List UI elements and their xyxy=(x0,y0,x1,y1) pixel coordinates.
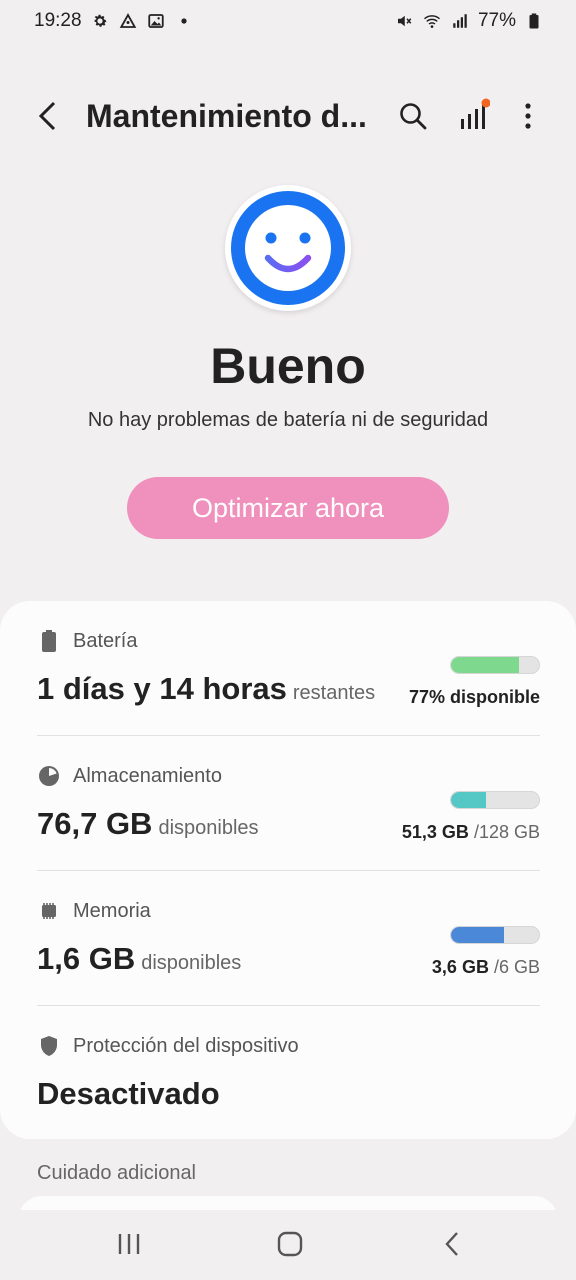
bars-notification-icon xyxy=(461,98,490,129)
back-button[interactable] xyxy=(28,96,68,136)
activity-button[interactable] xyxy=(454,96,494,136)
status-subtitle: No hay problemas de batería ni de seguri… xyxy=(87,409,489,431)
storage-header: Almacenamiento xyxy=(37,764,222,788)
system-back-button[interactable] xyxy=(428,1224,476,1264)
storage-used: 51,3 GB xyxy=(401,822,469,842)
battery-remaining: 1 días y 14 horas xyxy=(37,671,287,706)
additional-care-label: Cuidado adicional xyxy=(37,1162,197,1184)
battery-title: Batería xyxy=(73,629,138,652)
more-options-button[interactable] xyxy=(508,96,548,136)
home-icon xyxy=(277,1231,303,1257)
protection-header: Protección del dispositivo xyxy=(37,1034,299,1058)
storage-bar-fill xyxy=(451,792,487,808)
battery-percent: 77% xyxy=(477,10,516,31)
battery-section[interactable]: Batería 1 días y 14 horas restantes 77% d… xyxy=(37,629,540,739)
optimize-now-button[interactable]: Optimizar ahora xyxy=(127,477,449,539)
storage-value: 76,7 GB disponibles xyxy=(37,806,259,842)
battery-header: Batería xyxy=(37,629,137,653)
dot-icon xyxy=(174,11,194,31)
status-heading: Bueno xyxy=(210,338,366,394)
memory-total: /6 GB xyxy=(493,957,540,977)
page-title: Mantenimiento d... xyxy=(86,98,367,134)
battery-icon xyxy=(37,629,61,653)
status-bar: 19:28 77% xyxy=(0,0,576,42)
storage-usage: 51,3 GB /128 GB xyxy=(402,822,540,843)
storage-unit: disponibles xyxy=(158,817,259,839)
storage-available: 76,7 GB xyxy=(37,806,153,841)
battery-bar-fill xyxy=(451,657,519,673)
memory-header: Memoria xyxy=(37,899,151,923)
navigation-bar xyxy=(0,1210,576,1280)
recent-apps-icon xyxy=(118,1234,140,1254)
memory-usage: 3,6 GB /6 GB xyxy=(432,957,540,978)
storage-section[interactable]: Almacenamiento 76,7 GB disponibles 51,3 G… xyxy=(37,764,540,874)
battery-bar xyxy=(450,656,540,674)
divider xyxy=(37,870,540,871)
divider xyxy=(37,1005,540,1006)
protection-title: Protección del dispositivo xyxy=(73,1034,299,1057)
battery-value: 1 días y 14 horas restantes xyxy=(37,671,375,707)
memory-bar-fill xyxy=(451,927,504,943)
protection-status: Desactivado xyxy=(37,1076,220,1111)
image-icon xyxy=(146,11,166,31)
battery-available: 77% disponible xyxy=(408,687,540,707)
storage-total: /128 GB xyxy=(473,822,540,842)
signal-icon xyxy=(450,11,470,31)
status-right: 77% xyxy=(394,10,544,32)
battery-unit: restantes xyxy=(292,682,376,704)
device-protection-section[interactable]: Protección del dispositivo Desactivado xyxy=(37,1034,540,1124)
memory-chip-icon xyxy=(37,899,61,923)
memory-unit: disponibles xyxy=(141,952,242,974)
storage-bar xyxy=(450,791,540,809)
device-care-card: Batería 1 días y 14 horas restantes 77% d… xyxy=(0,601,576,1139)
more-vertical-icon xyxy=(525,103,531,129)
recent-apps-button[interactable] xyxy=(105,1224,153,1264)
memory-section[interactable]: Memoria 1,6 GB disponibles 3,6 GB /6 GB xyxy=(37,899,540,1009)
search-button[interactable] xyxy=(393,96,433,136)
back-arrow-icon xyxy=(445,1232,458,1256)
memory-value: 1,6 GB disponibles xyxy=(37,941,241,977)
chevron-left-icon xyxy=(38,101,56,131)
storage-title: Almacenamiento xyxy=(73,764,222,787)
triangle-app-icon xyxy=(118,11,138,31)
app-bar: Mantenimiento d... xyxy=(0,84,576,148)
memory-title: Memoria xyxy=(73,899,151,922)
status-face xyxy=(225,185,351,311)
battery-icon xyxy=(524,11,544,31)
mute-icon xyxy=(394,11,414,31)
gear-icon xyxy=(90,11,110,31)
divider xyxy=(37,735,540,736)
shield-icon xyxy=(37,1034,61,1058)
home-button[interactable] xyxy=(266,1224,314,1264)
memory-used: 3,6 GB xyxy=(431,957,489,977)
memory-bar xyxy=(450,926,540,944)
search-icon xyxy=(400,103,427,130)
memory-available: 1,6 GB xyxy=(37,941,136,976)
wifi-icon xyxy=(422,11,442,31)
status-time: 19:28 xyxy=(34,10,82,31)
pie-chart-icon xyxy=(37,764,61,788)
status-left: 19:28 xyxy=(34,10,194,32)
smiley-face-icon xyxy=(231,191,345,305)
